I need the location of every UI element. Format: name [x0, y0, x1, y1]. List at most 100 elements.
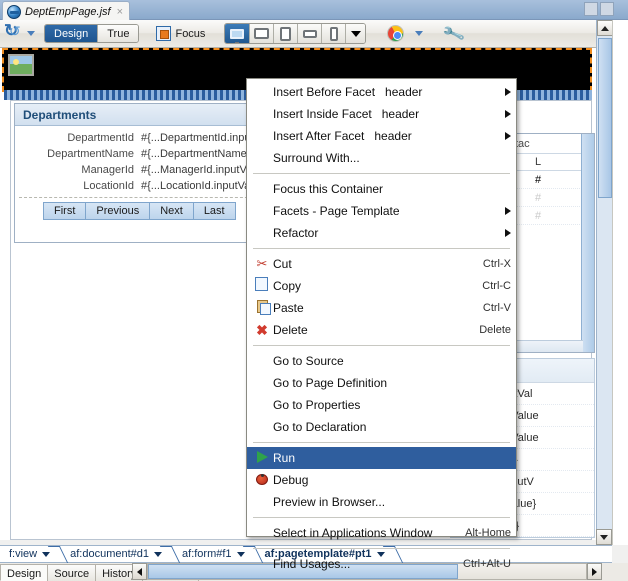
tab-scroll-left-button[interactable]	[584, 2, 598, 16]
chevron-down-icon[interactable]	[27, 31, 35, 36]
submenu-arrow-icon	[505, 207, 511, 215]
menu-item-shortcut: Ctrl-C	[482, 280, 511, 292]
menu-item-delete[interactable]: Delete Delete	[247, 319, 516, 341]
device-preview-group	[224, 23, 367, 44]
menu-separator	[253, 442, 510, 443]
scrollbar-thumb[interactable]	[598, 38, 612, 198]
chevron-down-icon[interactable]	[236, 551, 245, 557]
editor-overview-margin	[612, 20, 628, 545]
menu-separator	[253, 517, 510, 518]
phone-landscape-preview-button[interactable]	[297, 24, 322, 43]
breadcrumb-item-afform[interactable]: af:form#f1	[176, 546, 249, 562]
last-button[interactable]: Last	[192, 202, 236, 220]
context-menu: Insert Before Facet header Insert Inside …	[246, 78, 517, 571]
menu-item-surround-with[interactable]: Surround With...	[247, 147, 516, 169]
menu-item-refactor[interactable]: Refactor	[247, 222, 516, 244]
menu-item-go-to-declaration[interactable]: Go to Declaration	[247, 416, 516, 438]
wrench-icon[interactable]: 🔧	[442, 21, 468, 47]
breadcrumb-item-afdocument[interactable]: af:document#d1	[64, 546, 166, 562]
design-toolbar: Design True Focus 🔧	[0, 20, 612, 48]
editor-tab-deptemppage[interactable]: DeptEmpPage.jsf ×	[2, 1, 131, 20]
view-mode-true[interactable]: True	[97, 25, 139, 42]
close-icon[interactable]: ×	[115, 6, 123, 18]
tablet-landscape-icon	[254, 28, 270, 39]
tab-scroll-right-button[interactable]	[600, 2, 614, 16]
menu-separator	[253, 248, 510, 249]
menu-item-go-to-properties[interactable]: Go to Properties	[247, 394, 516, 416]
menu-item-label: Refactor	[273, 226, 319, 240]
view-mode-design[interactable]: Design	[45, 25, 98, 42]
scroll-up-button[interactable]	[597, 20, 613, 36]
tab-design[interactable]: Design	[0, 563, 49, 581]
menu-item-run[interactable]: Run	[247, 447, 516, 469]
menu-item-label: Delete	[273, 323, 308, 337]
menu-item-label: Preview in Browser...	[273, 495, 386, 509]
column-header-l[interactable]: L	[531, 156, 541, 168]
menu-item-preview-in-browser[interactable]: Preview in Browser...	[247, 491, 516, 513]
arrow-left-icon	[137, 567, 142, 576]
menu-item-label: Debug	[273, 473, 309, 487]
phone-portrait-preview-button[interactable]	[321, 24, 346, 43]
focus-container-icon	[156, 26, 172, 41]
menu-item-copy[interactable]: Copy Ctrl-C	[247, 275, 516, 297]
menu-item-shortcut: Delete	[479, 324, 511, 336]
scroll-right-button[interactable]	[587, 563, 602, 580]
menu-item-debug[interactable]: Debug	[247, 469, 516, 491]
phone-portrait-icon	[329, 26, 338, 41]
menu-item-insert-before-facet[interactable]: Insert Before Facet header	[247, 81, 516, 103]
caret-down-icon	[350, 30, 361, 37]
editor-tab-strip: DeptEmpPage.jsf ×	[0, 0, 628, 20]
menu-item-insert-after-facet[interactable]: Insert After Facet header	[247, 125, 516, 147]
menu-item-label: Focus this Container	[273, 182, 384, 196]
field-label: LocationId	[83, 180, 134, 192]
menu-item-insert-inside-facet[interactable]: Insert Inside Facet header	[247, 103, 516, 125]
editor-vertical-scrollbar[interactable]	[596, 20, 613, 545]
phone-landscape-icon	[302, 29, 317, 38]
editor-tab-label: DeptEmpPage.jsf	[25, 6, 111, 18]
submenu-arrow-icon	[505, 132, 511, 140]
table-vertical-scrollbar[interactable]	[581, 134, 594, 352]
next-button[interactable]: Next	[149, 202, 194, 220]
cell-l: #	[535, 209, 542, 222]
tablet-landscape-preview-button[interactable]	[249, 24, 274, 43]
device-more-button[interactable]	[345, 24, 366, 43]
menu-item-label: Find Usages...	[273, 557, 351, 571]
menu-item-label: Go to Declaration	[273, 420, 367, 434]
menu-item-paste[interactable]: Paste Ctrl-V	[247, 297, 516, 319]
tablet-portrait-preview-button[interactable]	[273, 24, 298, 43]
menu-item-facets-page-template[interactable]: Facets - Page Template	[247, 200, 516, 222]
desktop-preview-button[interactable]	[225, 24, 250, 43]
menu-item-cut[interactable]: Cut Ctrl-X	[247, 253, 516, 275]
first-button[interactable]: First	[43, 202, 87, 220]
menu-item-go-to-page-definition[interactable]: Go to Page Definition	[247, 372, 516, 394]
previous-button[interactable]: Previous	[85, 202, 151, 220]
menu-item-go-to-source[interactable]: Go to Source	[247, 350, 516, 372]
cell-l: #	[535, 191, 542, 204]
desktop-icon	[230, 28, 245, 39]
menu-item-label: Insert Inside Facet	[273, 107, 372, 121]
image-placeholder-icon[interactable]	[8, 54, 34, 76]
menu-item-label: Insert Before Facet	[273, 85, 376, 99]
browser-dropdown-icon[interactable]	[415, 31, 424, 36]
breadcrumb-item-fview[interactable]: f:view	[3, 546, 54, 562]
menu-item-label: Copy	[273, 279, 302, 293]
scroll-down-button[interactable]	[596, 529, 612, 545]
chevron-down-icon[interactable]	[42, 551, 51, 557]
menu-item-focus-this-container[interactable]: Focus this Container	[247, 178, 516, 200]
menu-item-label: Paste	[273, 301, 304, 315]
scroll-left-button[interactable]	[132, 563, 147, 580]
menu-item-select-in-applications-window[interactable]: Select in Applications Window Alt-Home	[247, 522, 516, 544]
submenu-arrow-icon	[505, 88, 511, 96]
copy-icon	[251, 276, 273, 294]
focus-button[interactable]: Focus	[156, 26, 205, 41]
breadcrumb-label: af:form#f1	[182, 548, 232, 560]
chrome-browser-icon[interactable]	[387, 25, 405, 42]
tab-source[interactable]: Source	[47, 563, 97, 581]
chevron-down-icon[interactable]	[154, 551, 163, 557]
field-label: DepartmentId	[67, 132, 134, 144]
menu-item-find-usages[interactable]: Find Usages... Ctrl+Alt-U	[247, 553, 516, 575]
menu-separator	[253, 173, 510, 174]
breadcrumb-label: f:view	[9, 548, 38, 560]
refresh-icon[interactable]	[4, 21, 24, 44]
arrow-up-icon	[601, 25, 609, 31]
